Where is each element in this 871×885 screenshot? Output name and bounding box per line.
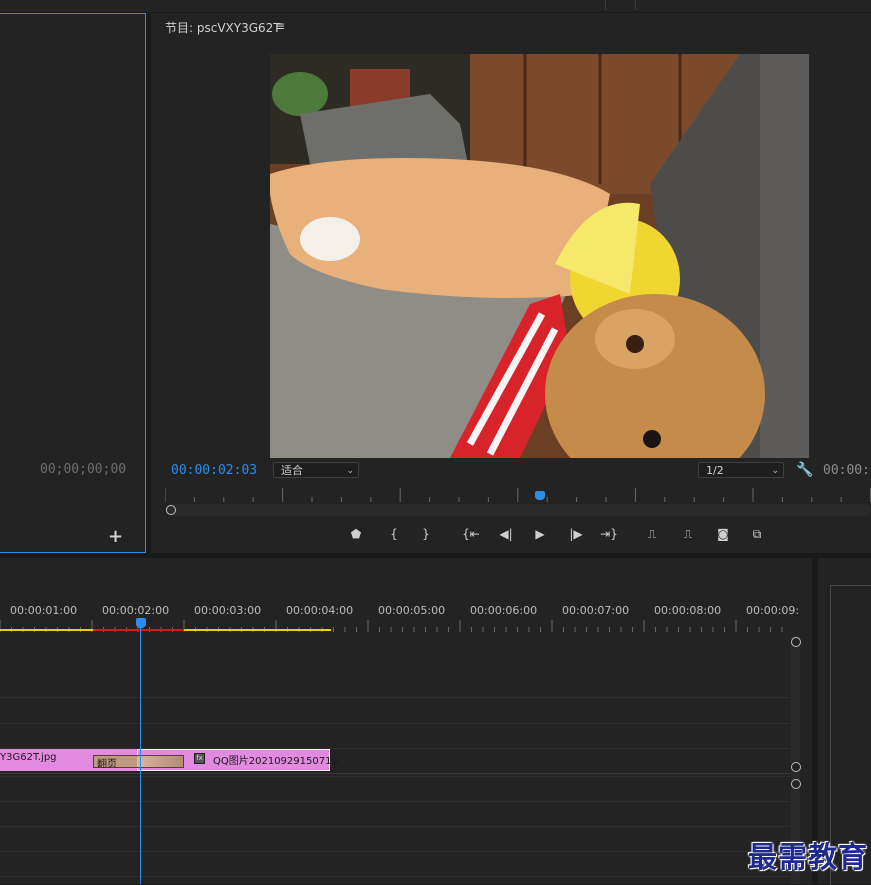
timeline-ruler-label: 00:00:01:00 [10,604,78,617]
scroll-handle-top[interactable] [791,779,801,789]
mark-out-icon[interactable]: } [416,526,436,542]
monitor-playhead[interactable] [535,491,546,500]
track-divider [0,697,790,698]
timeline-ruler-label: 00:00:06:00 [470,604,538,617]
scroll-handle-bottom[interactable] [791,762,801,772]
step-back-icon[interactable]: ◀| [496,526,516,542]
timeline-ruler-label: 00:00:07:00 [562,604,630,617]
timeline-ruler-label: 00:00:08:00 [654,604,722,617]
track-divider [0,773,790,774]
timeline-ruler-label: 00:00:04:00 [286,604,354,617]
video-frame-image [270,54,809,458]
top-divider [605,0,606,10]
program-viewer[interactable] [270,54,809,458]
transition-gradient [137,756,183,767]
resolution-value: 1/2 [706,464,724,477]
render-bar-yellow [0,629,93,631]
clip-label: QQ图片20210929150719. [213,756,341,767]
zoom-level-value: 适合 [281,464,303,477]
scroll-handle-top[interactable] [791,637,801,647]
clip-label: Y3G62T.jpg [0,752,57,763]
timeline-ruler-label: 00:00:09: [746,604,800,617]
marker-icon[interactable]: ⬟ [346,526,366,542]
chevron-down-icon: ⌄ [346,466,354,476]
track-divider [0,851,790,852]
step-forward-icon[interactable]: |▶ [566,526,586,542]
track-divider [0,801,790,802]
track-divider [0,723,790,724]
play-icon[interactable]: ▶ [530,526,550,542]
monitor-scroll-bar[interactable] [165,504,871,516]
mark-in-icon[interactable]: { [384,526,404,542]
program-monitor-title[interactable]: 节目: pscVXY3G62T [165,19,281,36]
go-to-out-icon[interactable]: ⇥} [599,526,619,542]
add-button[interactable]: + [108,526,123,547]
timeline-playhead[interactable] [136,618,146,628]
chevron-down-icon: ⌄ [771,466,779,476]
zoom-level-select[interactable]: 适合 ⌄ [273,462,359,478]
render-bar-yellow [184,629,331,631]
camera-icon[interactable]: ◙ [713,526,733,542]
comparison-view-icon[interactable]: ⧉ [747,526,767,542]
top-divider [635,0,636,10]
render-bar-red [93,629,184,631]
watermark-logo: 最需教育 [748,840,869,874]
playhead-line [140,628,141,884]
timeline-ruler-label: 00:00:05:00 [378,604,446,617]
fx-badge-icon: fx [194,753,205,764]
go-to-in-icon[interactable]: {⇤ [461,526,481,542]
track-divider [0,876,790,877]
wrench-icon[interactable]: 🔧 [796,462,813,478]
timeline-ruler-label: 00:00:03:00 [194,604,262,617]
track-divider [0,776,790,777]
program-duration-timecode: 00:00:0 [823,463,871,478]
transition-label: 翻页 [97,759,117,770]
hamburger-menu-icon[interactable]: ≡ [275,19,285,33]
program-timecode[interactable]: 00:00:02:03 [171,463,257,478]
lift-icon[interactable]: ⎍ [642,526,662,542]
top-panel-strip [0,0,871,12]
timeline-ruler-label: 00:00:02:00 [102,604,170,617]
playback-resolution-select[interactable]: 1/2 ⌄ [698,462,784,478]
monitor-time-ruler[interactable] [165,488,871,502]
track-divider [0,826,790,827]
scroll-handle[interactable] [166,505,176,515]
extract-icon[interactable]: ⎍ [678,526,698,542]
source-timecode[interactable]: 00;00;00;00 [40,462,126,477]
